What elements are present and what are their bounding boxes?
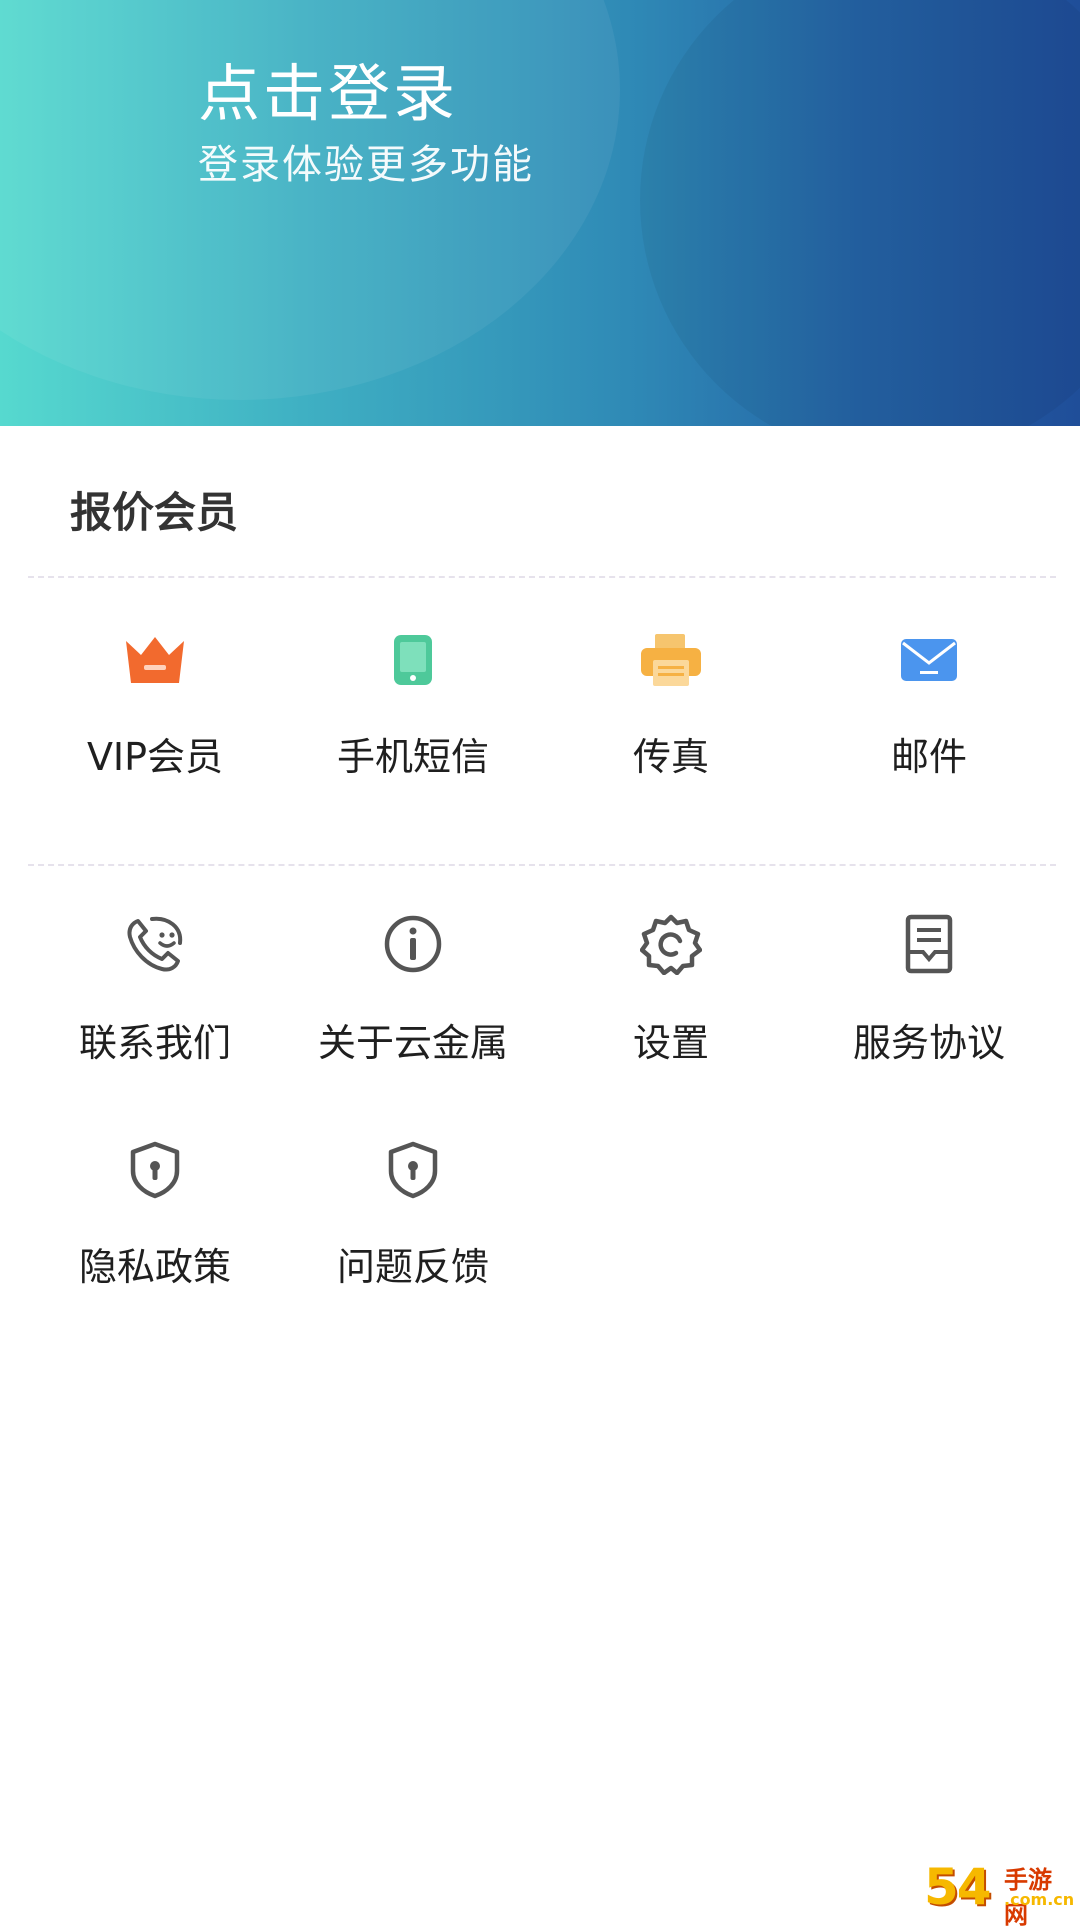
watermark-logo: 54 手游网 .com.cn: [924, 1858, 1075, 1929]
info-icon: [381, 912, 445, 976]
shield-lock-icon: [381, 1138, 445, 1202]
vip-member-label: VIP会员: [86, 735, 224, 779]
login-subtitle: 登录体验更多功能: [198, 142, 534, 188]
mail-icon: [897, 628, 961, 692]
fax-icon: [639, 628, 703, 692]
shield-lock-icon: [123, 1138, 187, 1202]
service-agreement-button[interactable]: 服务协议: [800, 912, 1058, 1102]
header-decoration-2: [640, 0, 1080, 426]
section-title: 报价会员: [70, 488, 239, 537]
divider-top: [28, 576, 1056, 578]
login-title[interactable]: 点击登录: [198, 58, 458, 130]
feedback-button[interactable]: 问题反馈: [284, 1138, 542, 1328]
sms-button[interactable]: 手机短信: [284, 628, 542, 818]
sms-label: 手机短信: [336, 735, 489, 779]
phone-icon: [381, 628, 445, 692]
mail-button[interactable]: 邮件: [800, 628, 1058, 818]
service-agreement-label: 服务协议: [852, 1021, 1005, 1065]
privacy-policy-label: 隐私政策: [78, 1245, 231, 1289]
document-icon: [897, 912, 961, 976]
contact-us-label: 联系我们: [78, 1021, 231, 1065]
feedback-label: 问题反馈: [336, 1245, 489, 1289]
watermark-domain: .com.cn: [1004, 1890, 1075, 1909]
mail-label: 邮件: [890, 735, 967, 779]
login-header[interactable]: 点击登录 登录体验更多功能: [0, 0, 1080, 426]
contact-phone-icon: [123, 912, 187, 976]
about-button[interactable]: 关于云金属: [284, 912, 542, 1102]
contact-us-button[interactable]: 联系我们: [26, 912, 284, 1102]
privacy-policy-button[interactable]: 隐私政策: [26, 1138, 284, 1328]
crown-icon: [123, 628, 187, 692]
fax-button[interactable]: 传真: [542, 628, 800, 818]
watermark-number: 54: [924, 1858, 992, 1916]
about-label: 关于云金属: [317, 1021, 508, 1065]
fax-label: 传真: [632, 735, 709, 779]
settings-label: 设置: [632, 1021, 709, 1065]
gear-icon: [639, 912, 703, 976]
vip-member-button[interactable]: VIP会员: [26, 628, 284, 818]
divider-middle: [28, 864, 1056, 866]
settings-button[interactable]: 设置: [542, 912, 800, 1102]
